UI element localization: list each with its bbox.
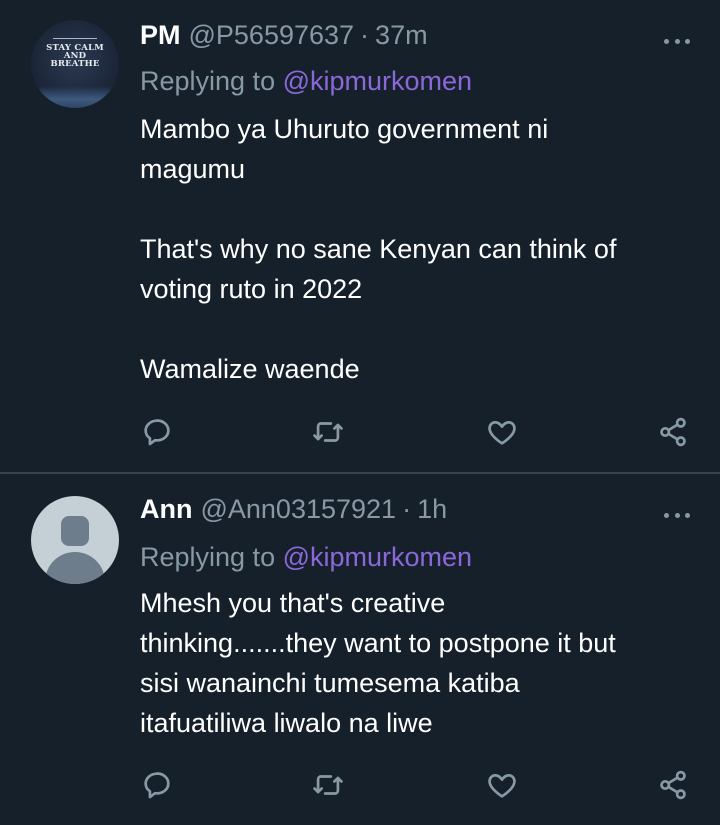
tweet-header: Ann @Ann03157921 · 1h — [140, 494, 447, 530]
reply-icon[interactable] — [140, 415, 174, 449]
tweet-line: Wamalize waende — [140, 354, 360, 384]
tweet-text: Mhesh you that's creative thinking......… — [140, 583, 700, 743]
mention-link[interactable]: @kipmurkomen — [283, 542, 472, 572]
share-icon[interactable] — [656, 415, 690, 449]
separator: · — [402, 494, 412, 524]
tweet-line: magumu — [140, 154, 246, 184]
avatar-caption: STAY CALM AND BREATHE — [45, 44, 105, 69]
timestamp[interactable]: 1h — [417, 494, 447, 525]
tweet-line: voting ruto in 2022 — [140, 274, 363, 304]
avatar-decoration — [31, 86, 119, 108]
retweet-icon[interactable] — [311, 768, 345, 802]
heart-icon[interactable] — [485, 768, 519, 802]
tweet-line: sisi wanainchi tumesema katiba — [140, 668, 520, 698]
replying-to: Replying to @kipmurkomen — [140, 66, 472, 97]
reply-icon[interactable] — [140, 768, 174, 802]
avatar[interactable] — [31, 496, 119, 584]
tweet[interactable]: STAY CALM AND BREATHE PM @P56597637 · 37… — [0, 0, 720, 474]
tweet-line: thinking.......they want to postpone it … — [140, 628, 616, 658]
tweet-header: PM @P56597637 · 37m — [140, 20, 428, 56]
line-break — [140, 309, 700, 349]
tweet-line: itafuatiliwa liwalo na liwe — [140, 708, 433, 738]
tweet-line: Mhesh you that's creative — [140, 588, 446, 618]
avatar[interactable]: STAY CALM AND BREATHE — [31, 20, 119, 108]
separator: · — [360, 20, 370, 50]
tweet[interactable]: Ann @Ann03157921 · 1h Replying to @kipmu… — [0, 474, 720, 825]
user-handle[interactable]: @P56597637 — [189, 20, 355, 51]
tweet-text: Mambo ya Uhuruto government ni magumu Th… — [140, 109, 700, 389]
more-icon[interactable] — [664, 510, 690, 520]
replying-to: Replying to @kipmurkomen — [140, 542, 472, 573]
mention-link[interactable]: @kipmurkomen — [283, 66, 472, 96]
avatar-caption-line: BREATHE — [50, 59, 100, 69]
line-break — [140, 189, 700, 229]
heart-icon[interactable] — [485, 415, 519, 449]
tweet-line: Mambo ya Uhuruto government ni — [140, 114, 549, 144]
display-name[interactable]: Ann — [140, 494, 192, 525]
action-bar — [140, 768, 700, 802]
timestamp[interactable]: 37m — [375, 20, 428, 51]
default-avatar-head — [61, 516, 89, 546]
more-icon[interactable] — [664, 36, 690, 46]
tweet-line: That's why no sane Kenyan can think of — [140, 234, 617, 264]
user-handle[interactable]: @Ann03157921 — [200, 494, 396, 525]
replying-prefix: Replying to — [140, 542, 276, 572]
display-name[interactable]: PM — [140, 20, 181, 51]
share-icon[interactable] — [656, 768, 690, 802]
action-bar — [140, 415, 700, 449]
avatar-decoration — [53, 38, 97, 39]
default-avatar-body — [45, 552, 105, 584]
retweet-icon[interactable] — [311, 415, 345, 449]
replying-prefix: Replying to — [140, 66, 276, 96]
